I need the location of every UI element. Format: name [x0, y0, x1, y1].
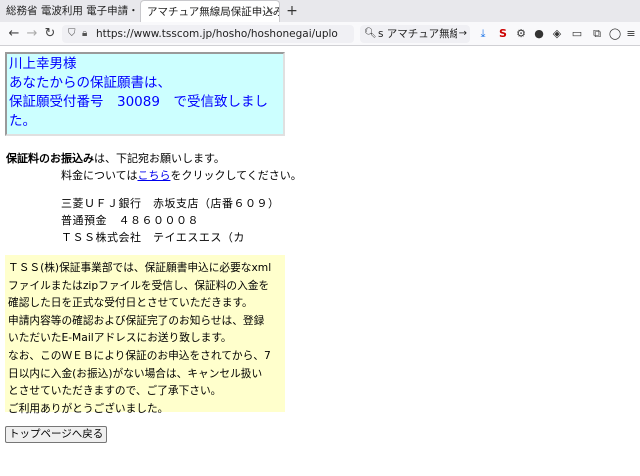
info-line: いただいたE-Mailアドレスにお送り致します。 — [8, 331, 232, 345]
bank-name: 三菱ＵＦＪ銀行 赤坂支店（店番６０９） — [61, 197, 280, 210]
info-line: ご利用ありがとうございました。 — [8, 401, 169, 415]
forward-arrow-icon[interactable]: → — [24, 22, 40, 46]
search-text[interactable]: s アマチュア無線 — [378, 28, 460, 40]
navigation-bar: ← → ↻ ⛉ 🔒︎ https://www.tsscom.jp/hosho/h… — [0, 22, 640, 46]
tab-soumusho[interactable]: 総務省 電波利用 電子申請・届 — [0, 0, 138, 22]
shield-extension-icon[interactable]: ◈ — [550, 26, 564, 42]
info-line: とさせていただきますので、ご了承下さい。 — [8, 384, 222, 398]
info-notice: ＴＳＳ(株)保証事業部では、保証願書申込に必要なxml ファイルまたはzipファ… — [5, 255, 285, 415]
extensions-icon[interactable]: ⧉ — [590, 26, 604, 42]
tab-amateur-hosho[interactable]: アマチュア無線局保証申込み ✕ — [140, 0, 280, 22]
notice-line: 保証願受付番号 30089 で受信致しまし — [9, 94, 268, 110]
info-line: なお、このＷＥＢにより保証のお申込をされてから、7 — [8, 348, 271, 362]
fee-link[interactable]: こちら — [137, 169, 170, 182]
info-line: 確認した日を正式な受付日とさせていただきます。 — [8, 296, 253, 310]
payment-heading: 保証料のお振込み — [6, 152, 94, 165]
url-text[interactable]: https://www.tsscom.jp/hosho/hoshonegai/u… — [96, 28, 338, 40]
plus-icon[interactable]: + — [284, 0, 300, 22]
tab-bar: 総務省 電波利用 電子申請・届 アマチュア無線局保証申込み ✕ + — [0, 0, 640, 22]
info-line: 申請内容等の確認および保証完了のお知らせは、登録 — [8, 313, 265, 327]
info-line: ファイルまたはzipファイルを受信し、保証料の入金を — [8, 278, 270, 292]
page-content: 川上幸男様 あなたからの保証願書は、 保証願受付番号 30089 で受信致しまし… — [0, 46, 640, 476]
search-box[interactable]: 🔍︎ s アマチュア無線 → — [360, 25, 470, 43]
lock-icon[interactable]: 🔒︎ — [82, 25, 87, 43]
folder-icon[interactable]: ▭ — [570, 26, 584, 42]
fee-suffix: をクリックしてください。 — [170, 169, 302, 182]
menu-icon[interactable]: ≡ — [624, 26, 638, 42]
close-icon[interactable]: ✕ — [266, 1, 274, 22]
search-icon: 🔍︎ — [364, 28, 377, 39]
back-arrow-icon[interactable]: ← — [6, 22, 22, 46]
fee-prefix: 料金については — [61, 169, 138, 182]
notice-name: 川上幸男様 — [9, 56, 77, 72]
bank-account-number: 普通預金 ４８６０００８ — [61, 214, 199, 227]
info-line: ＴＳＳ(株)保証事業部では、保証願書申込に必要なxml — [8, 261, 272, 274]
download-icon[interactable]: ⤓ — [476, 26, 490, 42]
arrow-right-icon[interactable]: → — [456, 25, 467, 43]
account-icon[interactable]: ◯ — [608, 26, 622, 42]
payment-intro: 保証料のお振込みは、下記宛お願いします。 — [6, 152, 225, 166]
puzzle-extension-icon[interactable]: ⚙ — [514, 26, 528, 42]
back-to-top-page-button[interactable]: トップページへ戻る — [5, 426, 108, 443]
receipt-notice: 川上幸男様 あなたからの保証願書は、 保証願受付番号 30089 で受信致しまし… — [5, 52, 285, 136]
tab-label: 総務省 電波利用 電子申請・届 — [6, 5, 138, 17]
notice-line: た。 — [9, 113, 36, 129]
fee-line: 料金についてはこちらをクリックしてください。 — [61, 169, 302, 183]
tab-label: アマチュア無線局保証申込み — [147, 6, 280, 18]
payment-intro-text: は、下記宛お願いします。 — [94, 152, 225, 165]
mask-extension-icon[interactable]: ● — [532, 26, 546, 42]
notice-line: あなたからの保証願書は、 — [9, 75, 171, 91]
info-line: 日以内に入金(お振込)がない場合は、キャンセル扱い — [8, 366, 263, 380]
url-bar[interactable]: ⛉ 🔒︎ https://www.tsscom.jp/hosho/hoshone… — [62, 25, 354, 43]
reload-icon[interactable]: ↻ — [42, 22, 58, 46]
shield-icon[interactable]: ⛉ — [68, 25, 76, 43]
s-extension-icon[interactable]: S — [496, 26, 510, 42]
bank-account-holder: ＴＳＳ株式会社 テイエスエス（カ — [61, 231, 245, 244]
